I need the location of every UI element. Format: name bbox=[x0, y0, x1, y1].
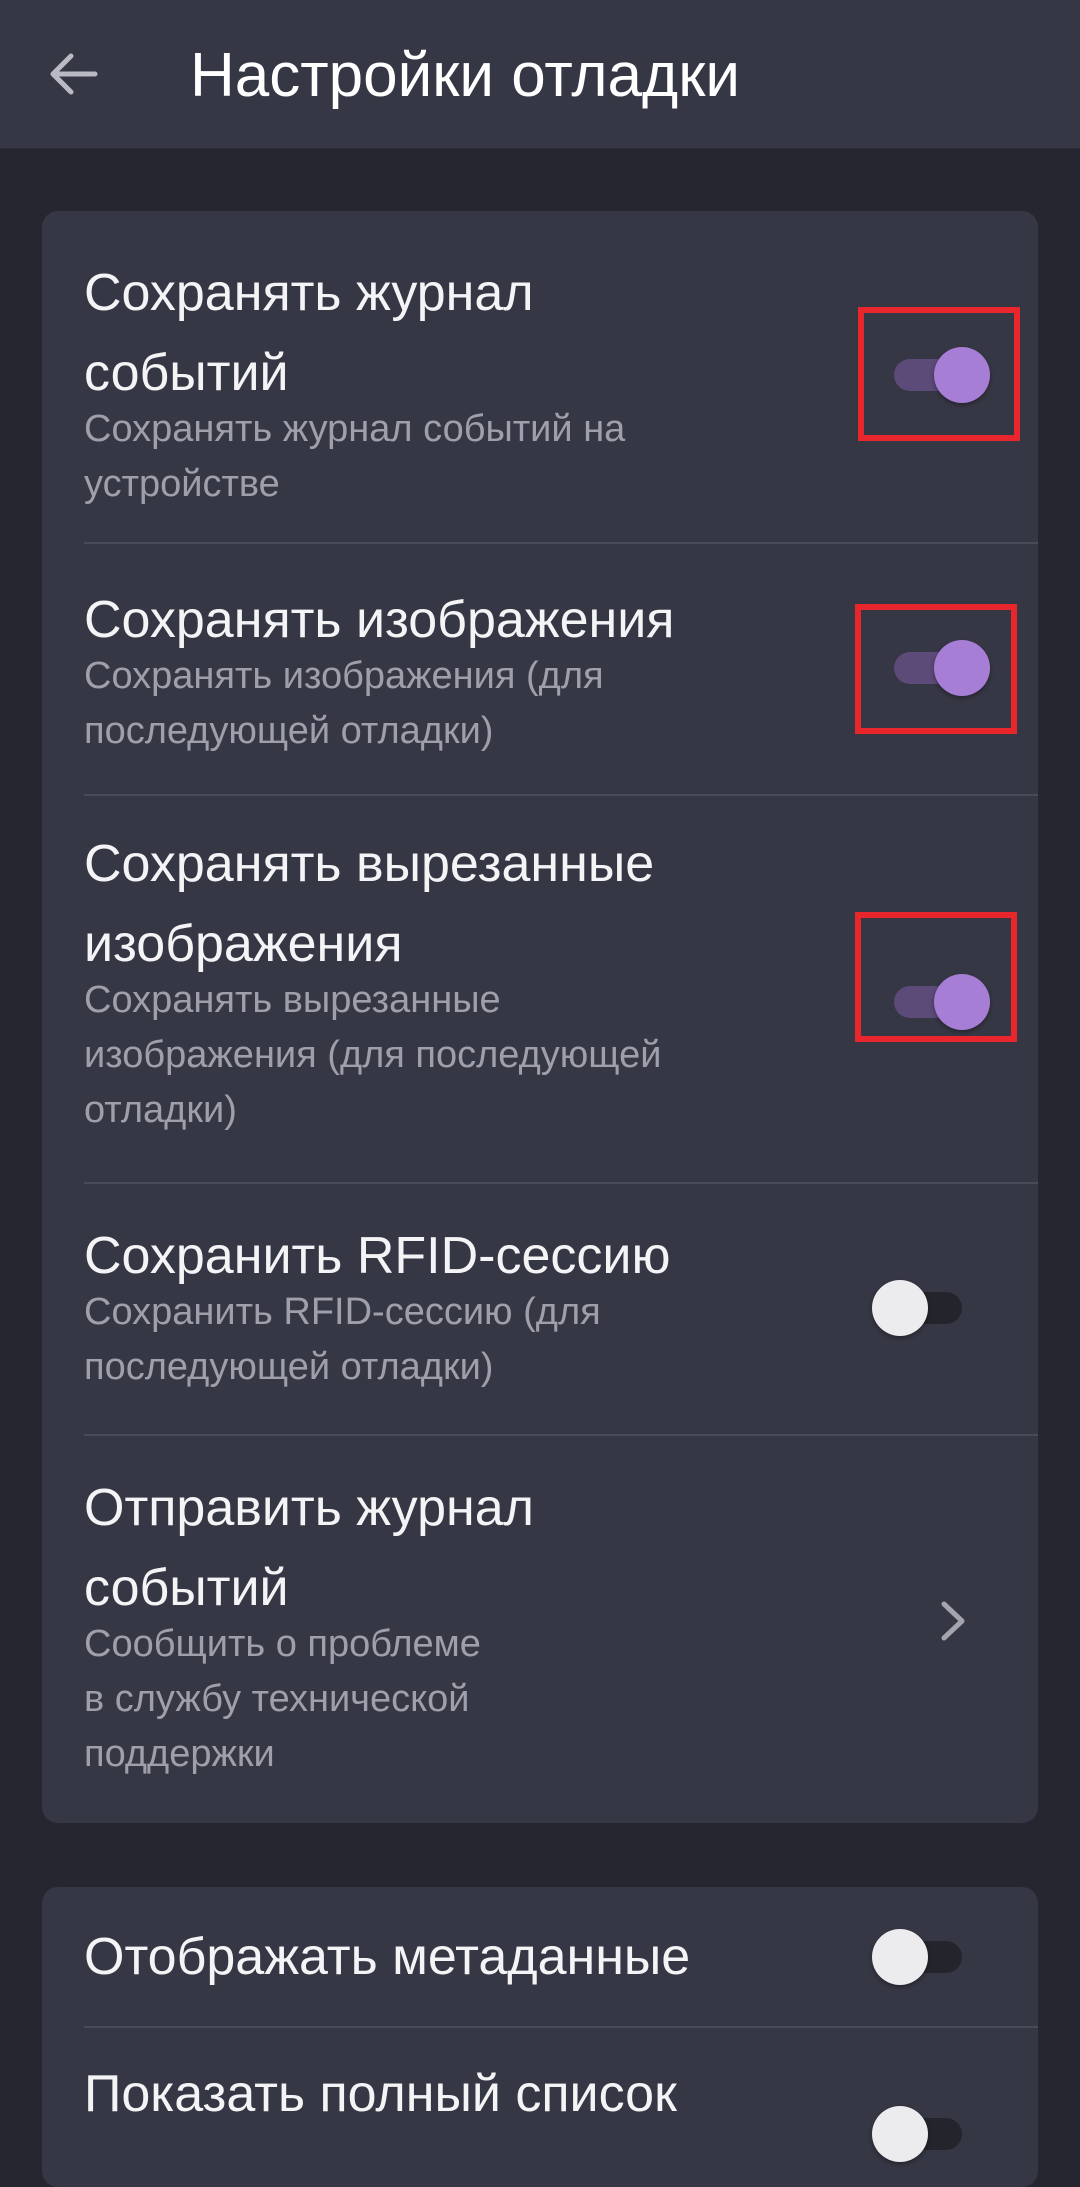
debug-settings-card: Сохранять журнал событий Сохранять журна… bbox=[42, 211, 1038, 1823]
setting-title: событий bbox=[84, 1559, 289, 1617]
setting-title: Сохранять изображения bbox=[84, 591, 675, 649]
display-settings-card: Отображать метаданные Показать полный сп… bbox=[42, 1887, 1038, 2187]
chevron-right-icon bbox=[941, 1601, 965, 1641]
highlight-box bbox=[858, 307, 1020, 441]
setting-send-event-log[interactable]: Отправить журнал событий Сообщить о проб… bbox=[42, 1436, 1038, 1823]
setting-title: Показать полный список bbox=[84, 2065, 677, 2123]
toggle-thumb bbox=[872, 1929, 928, 1985]
setting-subtitle: устройстве bbox=[84, 463, 280, 505]
setting-title: Отображать метаданные bbox=[84, 1928, 691, 1986]
setting-subtitle: последующей отладки) bbox=[84, 710, 494, 752]
show-metadata-toggle[interactable] bbox=[872, 1929, 962, 1985]
setting-save-rfid-session[interactable]: Сохранить RFID-сессию Сохранить RFID-сес… bbox=[42, 1184, 1038, 1434]
save-rfid-session-toggle[interactable] bbox=[872, 1280, 962, 1336]
setting-save-event-log[interactable]: Сохранять журнал событий Сохранять журна… bbox=[42, 211, 1038, 543]
setting-title: Сохранять вырезанные bbox=[84, 835, 655, 893]
setting-subtitle: в службу технической bbox=[84, 1678, 470, 1720]
arrow-left-icon bbox=[50, 53, 98, 95]
setting-show-metadata[interactable]: Отображать метаданные bbox=[42, 1887, 1038, 2027]
setting-subtitle: отладки) bbox=[84, 1089, 237, 1131]
app-bar: Настройки отладки bbox=[0, 0, 1080, 149]
setting-subtitle: Сохранять вырезанные bbox=[84, 979, 501, 1021]
toggle-thumb bbox=[872, 1280, 928, 1336]
setting-subtitle: Сообщить о проблеме bbox=[84, 1623, 481, 1665]
setting-title: изображения bbox=[84, 915, 403, 973]
setting-title: Отправить журнал bbox=[84, 1479, 534, 1537]
setting-subtitle: изображения (для последующей bbox=[84, 1034, 662, 1076]
setting-title: Сохранить RFID-сессию bbox=[84, 1227, 671, 1285]
setting-subtitle: Сохранять журнал событий на bbox=[84, 408, 626, 450]
setting-save-images[interactable]: Сохранять изображения Сохранять изображе… bbox=[42, 544, 1038, 794]
setting-subtitle: Сохранить RFID-сессию (для bbox=[84, 1291, 601, 1333]
page-title: Настройки отладки bbox=[190, 41, 740, 110]
setting-title: Сохранять журнал bbox=[84, 264, 534, 322]
highlight-box bbox=[855, 604, 1017, 734]
back-button[interactable] bbox=[38, 34, 108, 114]
show-full-list-toggle[interactable] bbox=[872, 2106, 962, 2162]
setting-subtitle: Сохранять изображения (для bbox=[84, 655, 604, 697]
setting-show-full-list[interactable]: Показать полный список bbox=[42, 2028, 1038, 2187]
setting-title: событий bbox=[84, 344, 289, 402]
setting-subtitle: последующей отладки) bbox=[84, 1346, 494, 1388]
toggle-thumb bbox=[872, 2106, 928, 2162]
setting-subtitle: поддержки bbox=[84, 1733, 275, 1775]
highlight-box bbox=[855, 912, 1017, 1042]
